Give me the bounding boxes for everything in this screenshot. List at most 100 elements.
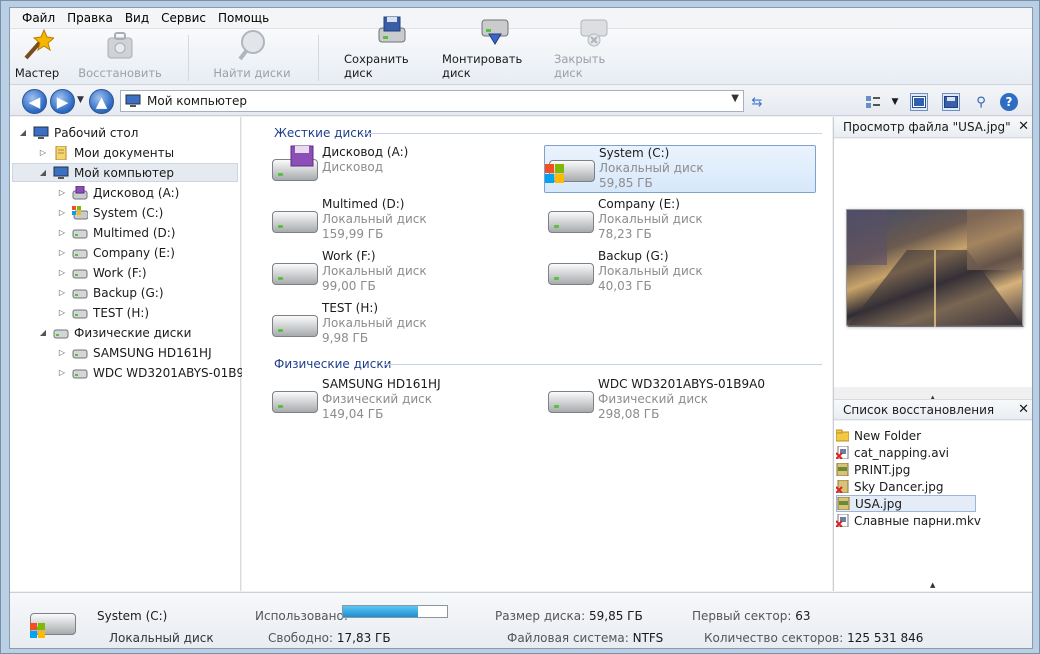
- tree-item[interactable]: ▷ Multimed (D:): [57, 223, 176, 242]
- refresh-icon[interactable]: ⇆: [748, 93, 766, 111]
- close-icon[interactable]: ✕: [1018, 402, 1029, 417]
- expand-right-icon[interactable]: ▷: [57, 268, 67, 277]
- window-content: Файл Правка Вид Сервис Помощь Мастер Вос…: [9, 7, 1033, 649]
- computer-icon: [53, 166, 69, 180]
- tree-item[interactable]: ▷ Work (F:): [57, 263, 147, 282]
- system-drive-icon: [545, 146, 597, 190]
- disk-size: 59,85 ГБ: [599, 176, 653, 190]
- help-icon[interactable]: ?: [1000, 93, 1018, 111]
- status-bar: System (C:) Локальный диск Использовано:…: [10, 592, 1032, 648]
- tree-item[interactable]: ◢ Физические диски: [38, 323, 191, 342]
- close-disk-button[interactable]: Закрыть диск: [554, 19, 634, 83]
- up-button[interactable]: ▲: [89, 89, 114, 114]
- first-sector-value: 63: [795, 609, 811, 623]
- recovery-list-item[interactable]: Sky Dancer.jpg: [835, 478, 944, 495]
- recovery-item-label: Sky Dancer.jpg: [854, 479, 944, 494]
- expand-right-icon[interactable]: ▷: [57, 368, 67, 377]
- expand-down-icon[interactable]: ◢: [18, 128, 28, 137]
- view-dropdown-icon[interactable]: ▼: [886, 93, 904, 111]
- recovery-list-item[interactable]: cat_napping.avi: [835, 444, 950, 461]
- view-mode-icon[interactable]: [864, 93, 882, 111]
- tree-item[interactable]: ▷ Backup (G:): [57, 283, 164, 302]
- disk-name: WDC WD3201ABYS-01B9A0: [598, 377, 765, 391]
- toolbar-separator: [318, 35, 319, 81]
- splitter-arrow-icon[interactable]: ▲: [930, 581, 935, 589]
- recovery-list-item[interactable]: New Folder: [835, 427, 921, 444]
- expand-right-icon[interactable]: ▷: [57, 188, 67, 197]
- tree-item[interactable]: ▷ Company (E:): [57, 243, 175, 262]
- recovery-panel-header: Список восстановления ✕: [834, 399, 1032, 420]
- expand-down-icon[interactable]: ◢: [38, 328, 48, 337]
- menu-help[interactable]: Помощь: [212, 11, 275, 25]
- disk-item[interactable]: Backup (G:) Локальный диск 40,03 ГБ: [544, 249, 816, 297]
- disk-type: Локальный диск: [598, 264, 703, 278]
- disk-type: Локальный диск: [322, 212, 427, 226]
- save-disk-icon: [375, 14, 409, 48]
- tree-item[interactable]: ▷ Дисковод (A:): [57, 183, 179, 202]
- mount-disk-button[interactable]: Монтировать диск: [442, 19, 548, 83]
- tree-item[interactable]: ▷ TEST (H:): [57, 303, 149, 322]
- preview-panel-icon[interactable]: [910, 93, 928, 111]
- close-icon[interactable]: ✕: [1018, 119, 1029, 134]
- jpg-file-icon: [837, 496, 850, 511]
- expand-right-icon[interactable]: ▷: [57, 288, 67, 297]
- tree-item-label: TEST (H:): [93, 305, 150, 320]
- hard-drive-icon: [268, 249, 320, 293]
- drive-icon: [72, 226, 88, 240]
- physical-disk-item[interactable]: WDC WD3201ABYS-01B9A0 Физический диск 298,…: [544, 377, 816, 425]
- expand-right-icon[interactable]: ▷: [57, 308, 67, 317]
- disk-size: 298,08 ГБ: [598, 407, 660, 421]
- expand-right-icon[interactable]: ▷: [57, 348, 67, 357]
- menu-file[interactable]: Файл: [16, 11, 61, 25]
- disk-size: 78,23 ГБ: [598, 227, 652, 241]
- disk-item[interactable]: Multimed (D:) Локальный диск 159,99 ГБ: [268, 197, 540, 245]
- tree-item[interactable]: ▷ WDC WD3201ABYS-01B9A0: [57, 363, 260, 382]
- recovery-list-icon[interactable]: [942, 93, 960, 111]
- back-arrow-icon: ◀: [28, 92, 41, 111]
- menu-tools[interactable]: Сервис: [155, 11, 212, 25]
- disk-item[interactable]: System (C:) Локальный диск 59,85 ГБ: [544, 145, 816, 193]
- tree-item[interactable]: ▷ System (C:): [57, 203, 163, 222]
- back-button[interactable]: ◀: [22, 89, 47, 114]
- address-dropdown-icon[interactable]: ▼: [731, 93, 739, 104]
- preview-panel-header: Просмотр файла "USA.jpg" ✕: [834, 117, 1032, 138]
- expand-down-icon[interactable]: ◢: [38, 168, 48, 177]
- wizard-button[interactable]: Мастер: [12, 28, 62, 83]
- tree-item-label: Дисковод (A:): [93, 185, 180, 200]
- physical-disk-item[interactable]: SAMSUNG HD161HJ Физический диск 149,04 ГБ: [268, 377, 540, 425]
- disk-item[interactable]: Дисковод (A:) Дисковод: [268, 145, 540, 193]
- recovery-list-item[interactable]: USA.jpg: [836, 495, 976, 512]
- recovery-list-item[interactable]: PRINT.jpg: [836, 461, 910, 478]
- save-disk-button[interactable]: Сохранить диск: [344, 16, 440, 83]
- address-bar[interactable]: Мой компьютер ▼: [120, 90, 744, 112]
- recovery-list-item[interactable]: Славные парни.mkv: [835, 512, 981, 529]
- expand-right-icon[interactable]: ▷: [57, 208, 67, 217]
- disk-item[interactable]: TEST (H:) Локальный диск 9,98 ГБ: [268, 301, 540, 349]
- tree-item-label: Мой компьютер: [74, 165, 174, 180]
- search-icon[interactable]: ⚲: [972, 93, 990, 111]
- tree-item[interactable]: ◢ Рабочий стол: [18, 123, 139, 142]
- tree-item-label: Company (E:): [93, 245, 175, 260]
- tree-item[interactable]: ▷ Мои документы: [38, 143, 174, 162]
- save-disk-label: Сохранить диск: [344, 52, 409, 80]
- disk-item[interactable]: Work (F:) Локальный диск 99,00 ГБ: [268, 249, 540, 297]
- tree-item[interactable]: ◢ Мой компьютер: [12, 163, 238, 182]
- disk-item[interactable]: Company (E:) Локальный диск 78,23 ГБ: [544, 197, 816, 245]
- disk-type: Локальный диск: [599, 161, 704, 175]
- history-dropdown-icon[interactable]: ▼: [77, 95, 84, 105]
- physical-disks-icon: [53, 326, 69, 340]
- forward-button[interactable]: ▶: [50, 89, 75, 114]
- menu-view[interactable]: Вид: [119, 11, 155, 25]
- menu-edit[interactable]: Правка: [61, 11, 119, 25]
- fs-value: NTFS: [632, 631, 664, 645]
- recovery-item-label: cat_napping.avi: [854, 445, 950, 460]
- close-disk-label: Закрыть диск: [554, 52, 606, 80]
- tree-item[interactable]: ▷ SAMSUNG HD161HJ: [57, 343, 212, 362]
- hard-drive-icon: [268, 377, 320, 421]
- expand-right-icon[interactable]: ▷: [57, 248, 67, 257]
- find-disks-button[interactable]: Найти диски: [210, 30, 294, 83]
- expand-right-icon[interactable]: ▷: [57, 228, 67, 237]
- expand-right-icon[interactable]: ▷: [38, 148, 48, 157]
- restore-button[interactable]: Восстановить: [78, 31, 162, 83]
- wizard-label: Мастер: [14, 66, 60, 80]
